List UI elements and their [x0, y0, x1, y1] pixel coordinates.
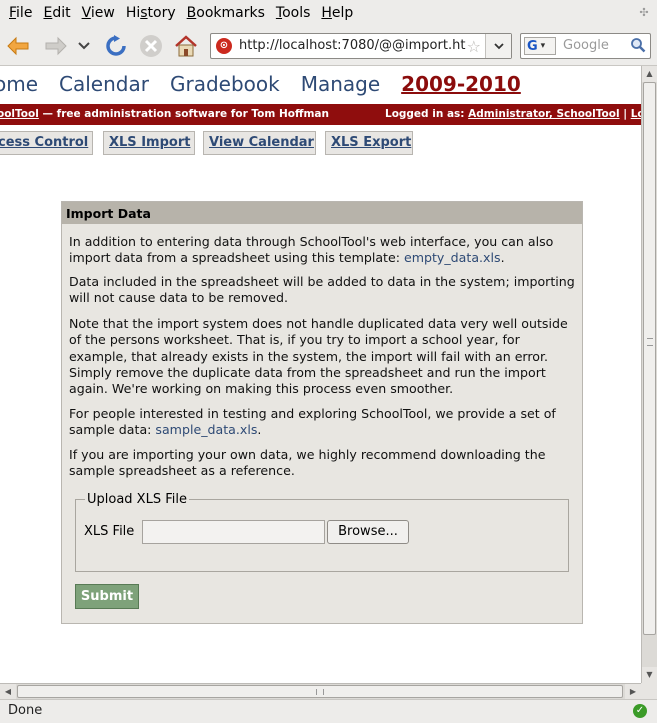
page-viewport: ome Calendar Gradebook Manage 2009-2010 …	[0, 66, 641, 683]
url-dropdown-button[interactable]	[485, 34, 511, 58]
vertical-scrollbar[interactable]: ▲ ▼	[641, 66, 657, 683]
nav-calendar-link[interactable]: Calendar	[59, 72, 149, 102]
sample-data-xls-link[interactable]: sample_data.xls	[155, 422, 257, 437]
scroll-corner	[641, 683, 657, 699]
search-engine-selector[interactable]: G ▾	[524, 37, 556, 55]
scroll-left-icon[interactable]: ◀	[0, 684, 16, 699]
upload-fieldset: Upload XLS File XLS File Browse...	[75, 492, 569, 572]
chevron-down-icon: ▾	[540, 41, 546, 51]
back-button[interactable]	[4, 32, 32, 60]
logout-link[interactable]: Log	[631, 108, 641, 120]
history-dropdown-button[interactable]	[74, 32, 94, 60]
recommendation-paragraph: If you are importing your own data, we h…	[69, 447, 546, 479]
sample-data-paragraph: For people interested in testing and exp…	[69, 406, 556, 438]
status-bar: Done ✓	[0, 699, 657, 723]
nav-gradebook-link[interactable]: Gradebook	[170, 72, 280, 102]
header-bar: oolTool — free administration software f…	[0, 104, 641, 125]
menu-bar: File Edit View History Bookmarks Tools H…	[0, 0, 657, 26]
menu-file[interactable]: File	[4, 5, 37, 21]
menu-help[interactable]: Help	[316, 5, 358, 21]
duplicates-paragraph: Note that the import system does not han…	[69, 316, 568, 397]
forward-arrow-icon	[45, 36, 67, 56]
back-arrow-icon	[7, 36, 29, 56]
menu-view[interactable]: View	[77, 5, 120, 21]
google-icon: G	[527, 38, 538, 54]
scroll-down-icon[interactable]: ▼	[642, 667, 657, 683]
scroll-up-icon[interactable]: ▲	[642, 66, 657, 82]
browser-window: File Edit View History Bookmarks Tools H…	[0, 0, 657, 723]
stop-icon	[140, 35, 162, 57]
logged-in-label: Logged in as:	[385, 108, 469, 120]
url-bar[interactable]: ⊙ http://localhost:7080/@@import.ht ☆	[210, 33, 512, 59]
panel-title: Import Data	[62, 202, 582, 224]
separator: |	[619, 108, 631, 120]
xls-import-link[interactable]: XLS Import	[103, 131, 195, 155]
import-data-panel: Import Data In addition to entering data…	[61, 201, 583, 624]
vertical-scroll-thumb[interactable]	[643, 82, 656, 635]
bookmark-star-icon[interactable]: ☆	[467, 37, 481, 56]
url-text[interactable]: http://localhost:7080/@@import.ht	[239, 38, 471, 53]
horizontal-scroll-thumb[interactable]	[17, 685, 623, 698]
throbber-icon: ✣	[639, 6, 649, 19]
view-calendar-link[interactable]: View Calendar	[203, 131, 316, 155]
data-added-paragraph: Data included in the spreadsheet will be…	[69, 274, 575, 306]
scroll-right-icon[interactable]: ▶	[625, 684, 641, 699]
home-button[interactable]	[172, 32, 200, 60]
access-control-link[interactable]: cess Control	[0, 131, 93, 155]
horizontal-scrollbar[interactable]: ◀ ▶	[0, 683, 641, 699]
navigation-toolbar: ⊙ http://localhost:7080/@@import.ht ☆ G ▾…	[0, 26, 657, 66]
submit-button[interactable]: Submit	[75, 584, 139, 609]
status-text: Done	[8, 703, 43, 718]
xls-export-link[interactable]: XLS Export	[325, 131, 413, 155]
menu-tools[interactable]: Tools	[271, 5, 316, 21]
reload-icon	[106, 35, 126, 56]
search-icon[interactable]	[630, 37, 646, 57]
menu-edit[interactable]: Edit	[38, 5, 75, 21]
search-placeholder[interactable]: Google	[563, 38, 609, 53]
nav-home-link[interactable]: ome	[0, 72, 38, 102]
upload-legend: Upload XLS File	[85, 492, 189, 507]
status-ok-icon: ✓	[633, 704, 647, 718]
menu-bookmarks[interactable]: Bookmarks	[182, 5, 270, 21]
stop-button[interactable]	[137, 32, 165, 60]
intro-paragraph: In addition to entering data through Sch…	[69, 234, 554, 266]
nav-manage-link[interactable]: Manage	[301, 72, 380, 102]
chevron-down-icon	[493, 42, 504, 49]
home-icon	[175, 35, 197, 57]
login-info: Logged in as: Administrator, SchoolTool …	[385, 108, 641, 120]
forward-button[interactable]	[42, 32, 70, 60]
xls-file-label: XLS File	[84, 524, 135, 539]
tagline: — free administration software for Tom H…	[38, 108, 329, 120]
browse-button[interactable]: Browse...	[327, 520, 409, 544]
branding: oolTool — free administration software f…	[0, 108, 329, 120]
empty-data-xls-link[interactable]: empty_data.xls	[404, 250, 501, 265]
schooltool-link[interactable]: oolTool	[0, 108, 39, 120]
reload-button[interactable]	[102, 32, 130, 60]
xls-file-input[interactable]	[142, 520, 325, 544]
user-link[interactable]: Administrator, SchoolTool	[468, 108, 619, 120]
search-bar[interactable]: G ▾ Google	[520, 33, 651, 59]
main-navigation: ome Calendar Gradebook Manage 2009-2010	[0, 72, 542, 102]
site-favicon-icon: ⊙	[216, 38, 232, 54]
menu-history[interactable]: History	[121, 5, 181, 21]
chevron-down-icon	[78, 42, 90, 50]
nav-schoolyear-link[interactable]: 2009-2010	[401, 72, 521, 102]
